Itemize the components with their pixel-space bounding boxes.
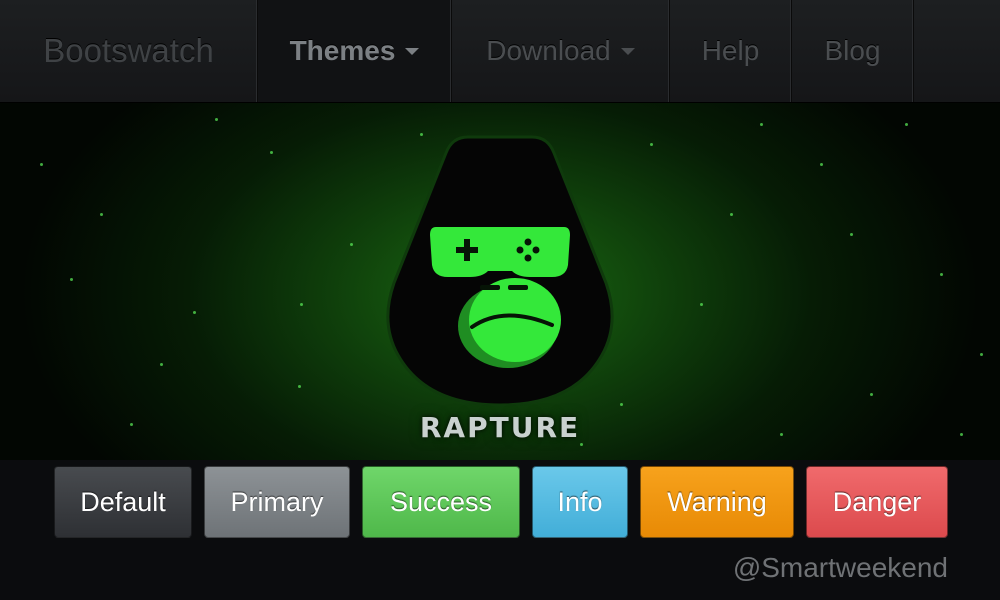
theme-name: RAPTURE [419, 411, 581, 444]
star [620, 403, 623, 406]
star [700, 303, 703, 306]
navbar: Bootswatch Themes Download Help Blog [0, 0, 1000, 103]
star [270, 151, 273, 154]
star [730, 213, 733, 216]
star [215, 118, 218, 121]
primary-button[interactable]: Primary [204, 466, 350, 538]
star [193, 311, 196, 314]
button-row: Default Primary Success Info Warning Dan… [0, 460, 1000, 550]
star [650, 143, 653, 146]
star [760, 123, 763, 126]
star [850, 233, 853, 236]
star [940, 273, 943, 276]
hero-banner: RAPTURE [0, 103, 1000, 460]
nav-item-label: Themes [289, 35, 396, 66]
star [905, 123, 908, 126]
nav-item-help[interactable]: Help [670, 0, 792, 102]
danger-button[interactable]: Danger [806, 466, 948, 538]
nav-item-label: Help [701, 35, 760, 66]
watermark: @Smartweekend [732, 552, 948, 583]
caret-down-icon [620, 47, 635, 55]
star [70, 278, 73, 281]
brand-link[interactable]: Bootswatch [0, 0, 258, 102]
nav-item-blog[interactable]: Blog [792, 0, 914, 102]
caret-down-icon [405, 47, 420, 55]
star [300, 303, 303, 306]
info-button[interactable]: Info [532, 466, 628, 538]
star [350, 243, 353, 246]
warning-button[interactable]: Warning [640, 466, 794, 538]
nav-item-label: Blog [824, 35, 881, 66]
star [820, 163, 823, 166]
star [160, 363, 163, 366]
brand-label: Bootswatch [43, 32, 214, 69]
star [980, 353, 983, 356]
star [100, 213, 103, 216]
default-button[interactable]: Default [54, 466, 192, 538]
star [298, 385, 301, 388]
nav-item-label: Download [486, 35, 611, 66]
page: Bootswatch Themes Download Help Blog RAP… [0, 0, 1000, 600]
gorilla-gamepad-icon [386, 135, 614, 407]
navbar-filler [914, 0, 1000, 102]
nav-item-download[interactable]: Download [452, 0, 670, 102]
success-button[interactable]: Success [362, 466, 520, 538]
star [870, 393, 873, 396]
nav-item-themes[interactable]: Themes [258, 0, 452, 102]
star [40, 163, 43, 166]
